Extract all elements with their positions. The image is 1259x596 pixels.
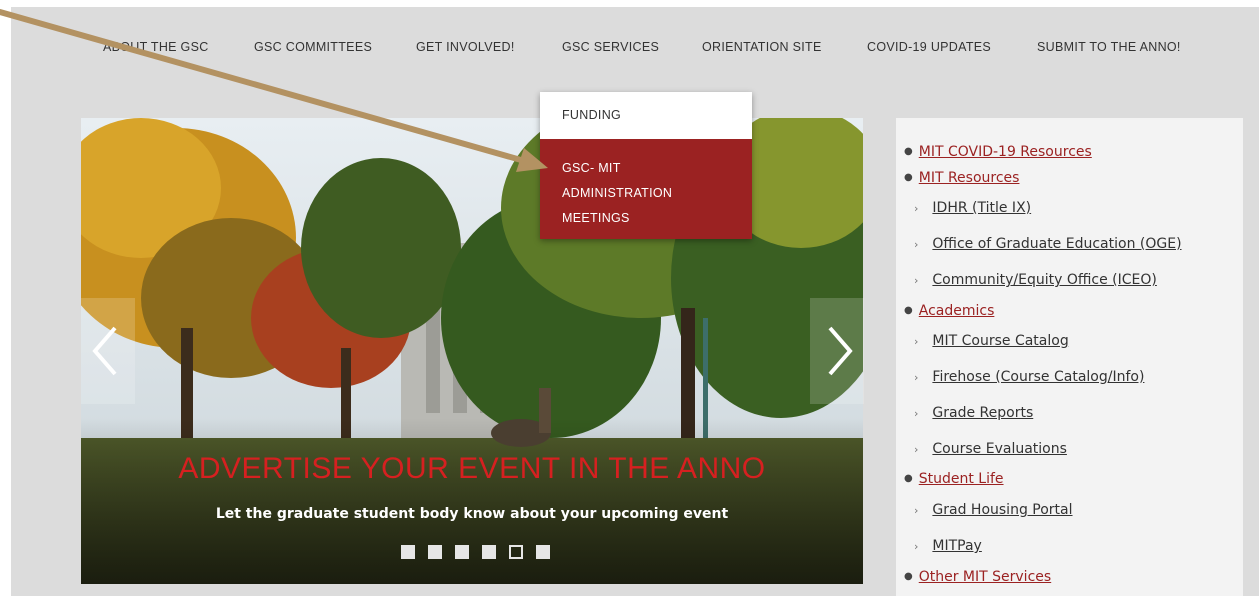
annotation-arrow-icon — [0, 9, 548, 172]
